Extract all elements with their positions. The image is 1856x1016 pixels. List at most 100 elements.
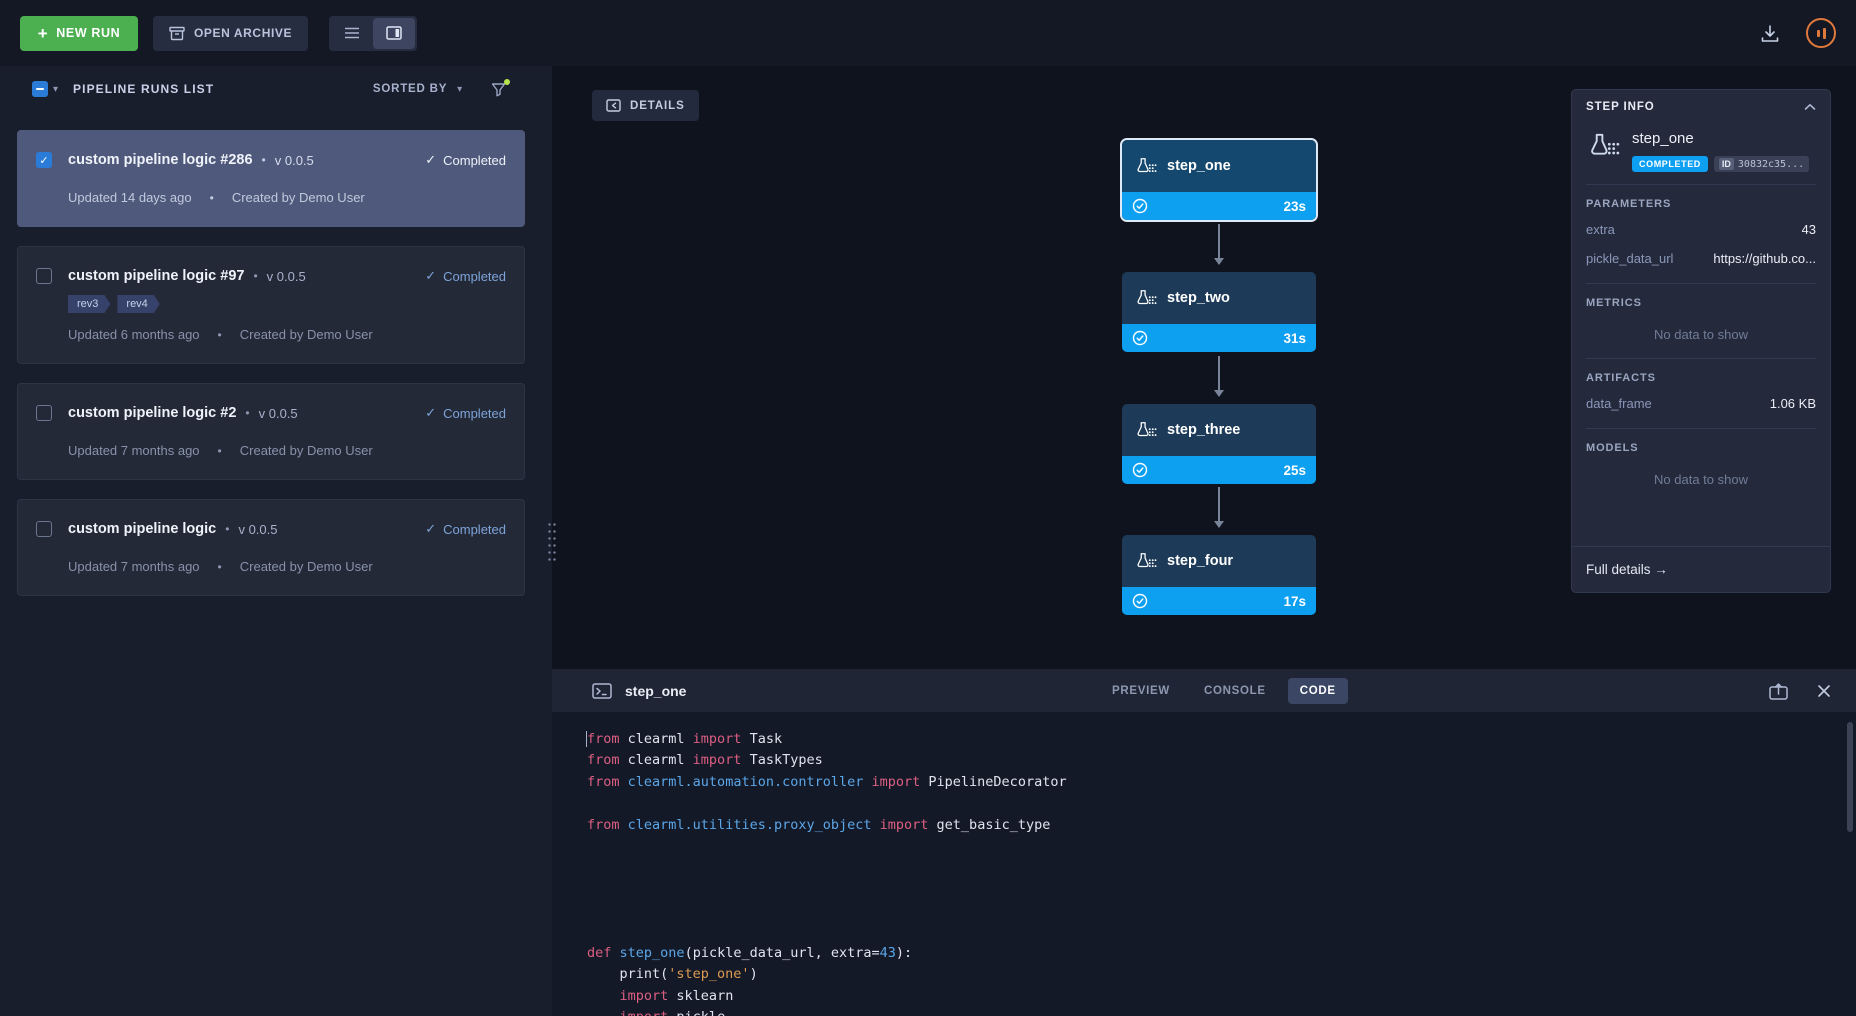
topbar-right <box>1760 18 1836 48</box>
node-status-bar: 23s <box>1122 192 1316 220</box>
parameter-row: pickle_data_url https://github.co... <box>1586 244 1816 273</box>
run-meta: Updated 7 months ago • Created by Demo U… <box>68 559 506 574</box>
clearml-logo-icon[interactable] <box>1806 18 1836 48</box>
run-card[interactable]: custom pipeline logic #97 • v 0.0.5 ✓ Co… <box>17 246 525 364</box>
run-checkbox[interactable] <box>36 521 52 537</box>
run-card[interactable]: ✓ custom pipeline logic #286 • v 0.0.5 ✓… <box>17 130 525 227</box>
run-created-by: Created by Demo User <box>232 190 365 205</box>
split-view-button[interactable] <box>373 18 415 49</box>
split-view-icon <box>386 26 402 40</box>
artifacts-section: ARTIFACTS data_frame 1.06 KB <box>1586 359 1816 429</box>
run-status-badge: ✓ Completed <box>425 521 506 537</box>
code-line <box>587 793 1856 814</box>
sidebar-header: ▾ PIPELINE RUNS LIST SORTED BY ▾ <box>0 66 552 112</box>
run-version: v 0.0.5 <box>275 153 314 168</box>
run-checkbox[interactable] <box>36 268 52 284</box>
sorted-by-label: SORTED BY <box>373 83 447 95</box>
flask-icon <box>1134 289 1157 307</box>
archive-icon <box>169 26 185 41</box>
tab-preview[interactable]: PREVIEW <box>1100 678 1182 704</box>
run-tags: rev3 rev4 <box>68 295 506 313</box>
tab-code[interactable]: CODE <box>1288 678 1348 704</box>
run-version: v 0.0.5 <box>259 406 298 421</box>
indeterminate-mark <box>36 88 44 90</box>
dag-edge-arrow <box>1218 487 1220 527</box>
run-checkbox[interactable] <box>36 405 52 421</box>
run-created-by: Created by Demo User <box>240 443 373 458</box>
node-name: step_four <box>1167 553 1233 569</box>
dag-edge-arrow <box>1218 224 1220 264</box>
filter-button[interactable] <box>491 82 506 97</box>
terminal-icon <box>592 683 612 699</box>
run-card-header: custom pipeline logic #2 • v 0.0.5 ✓ Com… <box>36 405 506 421</box>
flask-icon <box>1134 157 1157 175</box>
metrics-section: METRICS No data to show <box>1586 284 1816 359</box>
dag-node-step-one[interactable]: step_one 23s <box>1122 140 1316 220</box>
code-line: print('step_one') <box>587 964 1856 985</box>
check-circle-icon <box>1132 198 1148 214</box>
code-content: from clearml import Taskfrom clearml imp… <box>587 729 1856 1016</box>
download-icon[interactable] <box>1760 24 1780 43</box>
step-info-header: STEP INFO <box>1572 90 1830 124</box>
app-root: + NEW RUN OPEN ARCHIVE <box>0 0 1856 1016</box>
sorted-by-button[interactable]: SORTED BY ▾ <box>373 83 463 95</box>
code-line <box>587 879 1856 900</box>
table-view-button[interactable] <box>331 18 373 49</box>
tab-console[interactable]: CONSOLE <box>1192 678 1278 704</box>
models-empty-text: No data to show <box>1586 459 1816 493</box>
models-title: MODELS <box>1586 442 1816 454</box>
code-line <box>587 857 1856 878</box>
parameter-key: extra <box>1586 222 1615 237</box>
open-archive-button[interactable]: OPEN ARCHIVE <box>153 16 308 51</box>
sidebar-resize-handle[interactable] <box>547 521 557 565</box>
node-header: step_one <box>1122 140 1316 192</box>
new-run-button[interactable]: + NEW RUN <box>20 16 138 51</box>
dag-node-step-two[interactable]: step_two 31s <box>1122 272 1316 352</box>
node-duration: 17s <box>1283 594 1306 609</box>
dot-separator: • <box>253 269 257 283</box>
run-status-badge: ✓ Completed <box>425 405 506 421</box>
expand-panel-icon[interactable] <box>1769 682 1788 700</box>
check-icon: ✓ <box>425 268 436 284</box>
run-checkbox[interactable]: ✓ <box>36 152 52 168</box>
sorted-by-caret-icon: ▾ <box>457 84 463 95</box>
open-archive-label: OPEN ARCHIVE <box>194 26 292 40</box>
code-scrollbar-thumb[interactable] <box>1847 722 1853 832</box>
run-meta: Updated 6 months ago • Created by Demo U… <box>68 327 506 342</box>
run-created-by: Created by Demo User <box>240 559 373 574</box>
step-summary: step_one COMPLETED ID 30832c35... <box>1586 124 1816 185</box>
metrics-title: METRICS <box>1586 297 1816 309</box>
run-card[interactable]: custom pipeline logic #2 • v 0.0.5 ✓ Com… <box>17 383 525 480</box>
details-button[interactable]: DETAILS <box>592 90 699 121</box>
new-run-label: NEW RUN <box>56 26 120 40</box>
details-label: DETAILS <box>630 100 685 112</box>
select-dropdown-caret-icon[interactable]: ▾ <box>53 84 58 95</box>
code-line: import pickle <box>587 1007 1856 1016</box>
check-icon: ✓ <box>425 152 436 168</box>
node-duration: 25s <box>1283 463 1306 478</box>
check-icon: ✓ <box>425 521 436 537</box>
code-line <box>587 922 1856 943</box>
collapse-panel-button[interactable] <box>1804 103 1816 111</box>
run-card[interactable]: custom pipeline logic • v 0.0.5 ✓ Comple… <box>17 499 525 596</box>
code-line: from clearml.automation.controller impor… <box>587 772 1856 793</box>
models-section: MODELS No data to show <box>1586 429 1816 503</box>
close-panel-icon[interactable] <box>1816 683 1832 699</box>
artifacts-title: ARTIFACTS <box>1586 372 1816 384</box>
dag-node-step-four[interactable]: step_four 17s <box>1122 535 1316 615</box>
node-status-bar: 31s <box>1122 324 1316 352</box>
tag-chip[interactable]: rev3 <box>68 295 110 313</box>
code-line: def step_one(pickle_data_url, extra=43): <box>587 943 1856 964</box>
dot-separator: • <box>225 522 229 536</box>
run-title: custom pipeline logic #286 <box>68 152 253 168</box>
full-details-link[interactable]: Full details → <box>1572 546 1830 592</box>
step-detail-bottom-panel: step_one PREVIEW CONSOLE CODE <box>552 669 1856 1016</box>
dag-node-step-three[interactable]: step_three 25s <box>1122 404 1316 484</box>
select-all-checkbox[interactable] <box>32 81 48 97</box>
artifact-key: data_frame <box>1586 396 1652 411</box>
tag-chip[interactable]: rev4 <box>117 295 159 313</box>
node-name: step_one <box>1167 158 1231 174</box>
id-badge[interactable]: ID 30832c35... <box>1714 156 1809 172</box>
parameter-value: 43 <box>1802 222 1816 237</box>
status-badge: COMPLETED <box>1632 156 1708 172</box>
